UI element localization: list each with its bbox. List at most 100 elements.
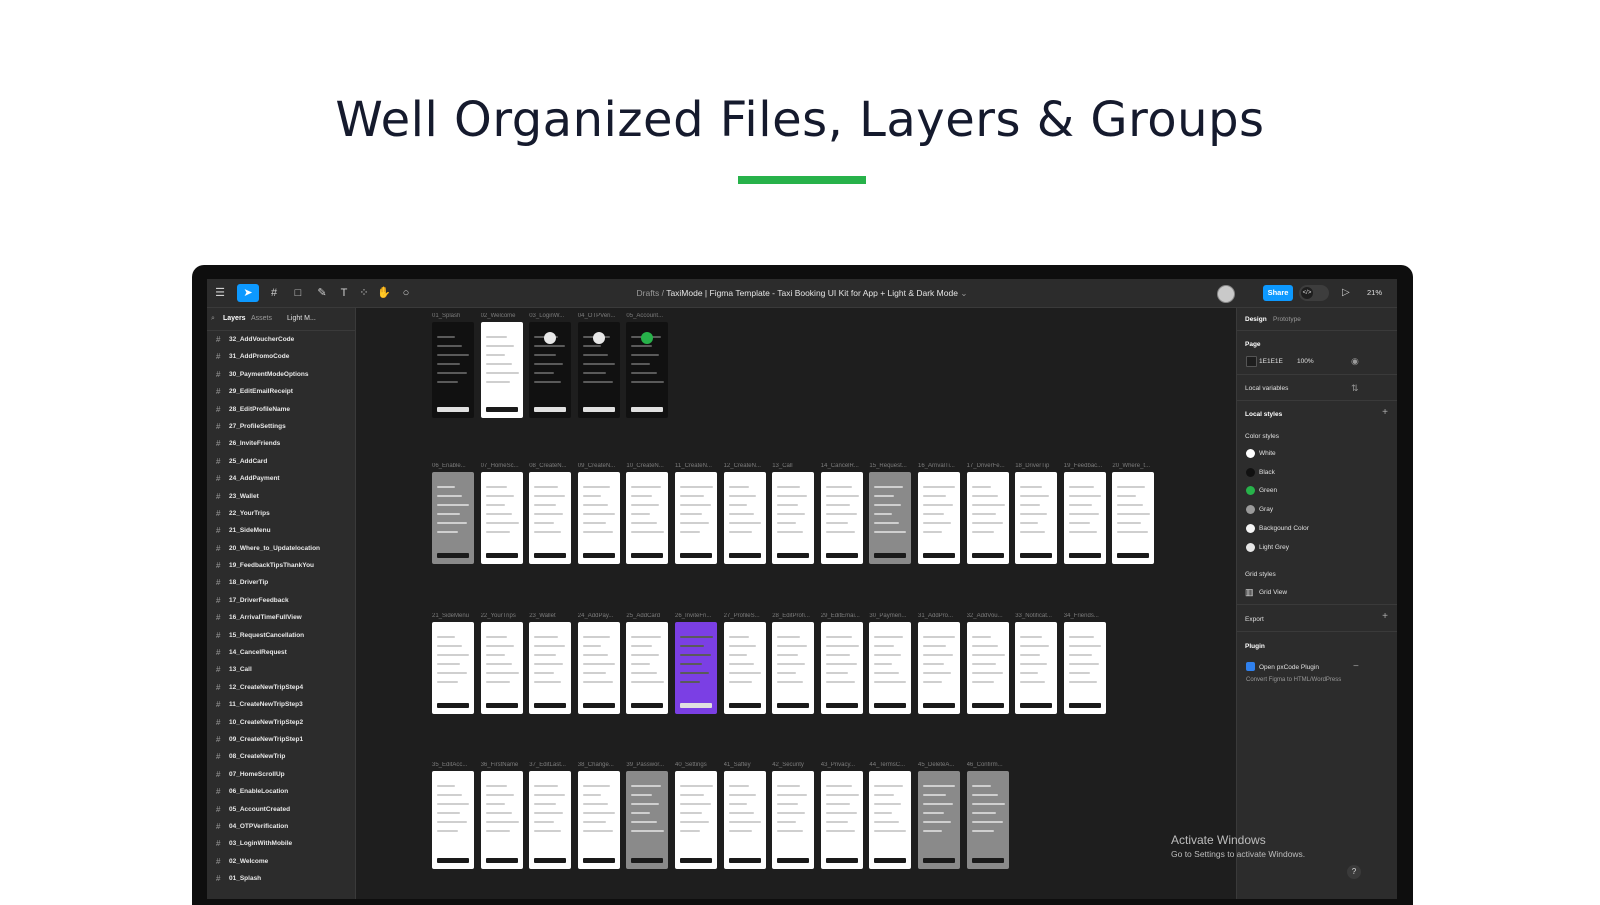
frame-label[interactable]: 22_YourTrips xyxy=(481,613,523,619)
layer-item[interactable]: #19_FeedbackTipsThankYou xyxy=(207,557,355,574)
frame-label[interactable]: 08_CreateN... xyxy=(529,463,571,469)
frame-label[interactable]: 39_Passwor... xyxy=(626,762,668,768)
shape-tool-icon[interactable]: □ xyxy=(289,284,307,302)
layer-item[interactable]: #08_CreateNewTrip xyxy=(207,748,355,765)
page-opacity[interactable]: 100% xyxy=(1297,358,1314,365)
layer-item[interactable]: #30_PaymentModeOptions xyxy=(207,366,355,383)
frame-label[interactable]: 38_Change... xyxy=(578,762,620,768)
frame-label[interactable]: 24_AddPay... xyxy=(578,613,620,619)
screen-frame[interactable] xyxy=(529,322,572,418)
screen-frame[interactable] xyxy=(626,771,669,869)
frame-label[interactable]: 02_Welcome xyxy=(481,313,523,319)
screen-frame[interactable] xyxy=(1015,472,1058,564)
layer-item[interactable]: #15_RequestCancellation xyxy=(207,627,355,644)
move-tool-icon[interactable]: ➤ xyxy=(237,284,259,302)
file-name[interactable]: TaxiMode | Figma Template - Taxi Booking… xyxy=(666,288,958,298)
frame-label[interactable]: 23_Wallet xyxy=(529,613,571,619)
color-style-name[interactable]: Gray xyxy=(1259,506,1273,513)
screen-frame[interactable] xyxy=(529,472,572,564)
layer-item[interactable]: #14_CancelRequest xyxy=(207,644,355,661)
color-style-name[interactable]: Backgound Color xyxy=(1259,525,1309,532)
screen-frame[interactable] xyxy=(577,771,620,869)
layer-item[interactable]: #20_Where_to_Updatelocation xyxy=(207,540,355,557)
frame-label[interactable]: 07_HomeSc... xyxy=(481,463,523,469)
frame-label[interactable]: 34_Friends... xyxy=(1064,613,1106,619)
frame-tool-icon[interactable]: # xyxy=(265,284,283,302)
screen-frame[interactable] xyxy=(1015,622,1058,714)
screen-frame[interactable] xyxy=(626,322,669,418)
screen-frame[interactable] xyxy=(480,322,523,418)
layer-item[interactable]: #11_CreateNewTripStep3 xyxy=(207,696,355,713)
layer-item[interactable]: #26_InviteFriends xyxy=(207,435,355,452)
search-icon[interactable]: ⌕ xyxy=(211,308,215,330)
eye-icon[interactable]: ◉ xyxy=(1351,356,1359,367)
screen-frame[interactable] xyxy=(723,472,766,564)
color-style-name[interactable]: White xyxy=(1259,450,1276,457)
tab-design[interactable]: Design xyxy=(1245,316,1267,323)
local-variables-label[interactable]: Local variables xyxy=(1245,385,1288,392)
screen-frame[interactable] xyxy=(820,622,863,714)
layer-item[interactable]: #09_CreateNewTripStep1 xyxy=(207,731,355,748)
layer-item[interactable]: #27_ProfileSettings xyxy=(207,418,355,435)
frame-label[interactable]: 04_OTPVeri... xyxy=(578,313,620,319)
screen-frame[interactable] xyxy=(626,472,669,564)
frame-label[interactable]: 21_SideMenu xyxy=(432,613,474,619)
frame-label[interactable]: 43_Privacy... xyxy=(821,762,863,768)
tab-prototype[interactable]: Prototype xyxy=(1273,316,1301,323)
screen-frame[interactable] xyxy=(820,472,863,564)
screen-frame[interactable] xyxy=(966,622,1009,714)
variables-icon[interactable]: ⇅ xyxy=(1351,383,1359,394)
screen-frame[interactable] xyxy=(432,472,474,564)
hand-tool-icon[interactable]: ✋ xyxy=(377,284,391,302)
layer-item[interactable]: #12_CreateNewTripStep4 xyxy=(207,679,355,696)
screen-frame[interactable] xyxy=(1112,472,1155,564)
screen-frame[interactable] xyxy=(480,771,523,869)
layer-item[interactable]: #22_YourTrips xyxy=(207,505,355,522)
screen-frame[interactable] xyxy=(626,622,669,714)
screen-frame[interactable] xyxy=(432,622,474,714)
screen-frame[interactable] xyxy=(675,622,717,714)
frame-label[interactable]: 06_Enable... xyxy=(432,463,474,469)
frame-label[interactable]: 26_InviteFri... xyxy=(675,613,717,619)
screen-frame[interactable] xyxy=(966,771,1009,869)
frame-label[interactable]: 14_CancelR... xyxy=(821,463,863,469)
frame-label[interactable]: 05_Account... xyxy=(626,313,668,319)
frame-label[interactable]: 01_Splash xyxy=(432,313,474,319)
frame-label[interactable]: 17_DriverFe... xyxy=(967,463,1009,469)
layer-item[interactable]: #03_LoginWithMobile xyxy=(207,835,355,852)
page-select[interactable]: Light M... xyxy=(287,308,316,330)
figma-menu-icon[interactable]: ☰ xyxy=(213,284,227,302)
canvas[interactable]: 01_Splash 02_Welcome 03_LoginW... 04_OTPVer… xyxy=(356,308,1236,899)
page-color-value[interactable]: 1E1E1E xyxy=(1259,358,1283,365)
screen-frame[interactable] xyxy=(480,472,523,564)
frame-label[interactable]: 45_DeleteA... xyxy=(918,762,960,768)
frame-label[interactable]: 28_EditProfi... xyxy=(772,613,814,619)
screen-frame[interactable] xyxy=(869,622,912,714)
add-style-icon[interactable]: + xyxy=(1382,407,1388,418)
frame-label[interactable]: 29_EditEmai... xyxy=(821,613,863,619)
screen-frame[interactable] xyxy=(529,771,572,869)
grid-view-style[interactable]: Grid View xyxy=(1259,589,1287,596)
screen-frame[interactable] xyxy=(1063,472,1106,564)
frame-label[interactable]: 11_CreateN... xyxy=(675,463,717,469)
frame-label[interactable]: 19_Feedbac... xyxy=(1064,463,1106,469)
frame-label[interactable]: 10_CreateN... xyxy=(626,463,668,469)
page-color-swatch[interactable] xyxy=(1246,356,1257,367)
layer-item[interactable]: #29_EditEmailReceipt xyxy=(207,383,355,400)
layer-item[interactable]: #24_AddPayment xyxy=(207,470,355,487)
layer-item[interactable]: #16_ArrivalTimeFullView xyxy=(207,609,355,626)
screen-frame[interactable] xyxy=(480,622,523,714)
layer-item[interactable]: #32_AddVoucherCode xyxy=(207,331,355,348)
frame-label[interactable]: 13_Call xyxy=(772,463,814,469)
frame-label[interactable]: 27_ProfileS... xyxy=(724,613,766,619)
color-style-name[interactable]: Black xyxy=(1259,469,1275,476)
tab-assets[interactable]: Assets xyxy=(251,308,272,330)
layer-item[interactable]: #07_HomeScrollUp xyxy=(207,766,355,783)
frame-label[interactable]: 44_TermsC... xyxy=(869,762,911,768)
layer-item[interactable]: #17_DriverFeedback xyxy=(207,592,355,609)
layer-item[interactable]: #10_CreateNewTripStep2 xyxy=(207,714,355,731)
screen-frame[interactable] xyxy=(1063,622,1106,714)
screen-frame[interactable] xyxy=(918,472,960,564)
breadcrumb-drafts[interactable]: Drafts xyxy=(637,288,660,298)
screen-frame[interactable] xyxy=(772,771,815,869)
